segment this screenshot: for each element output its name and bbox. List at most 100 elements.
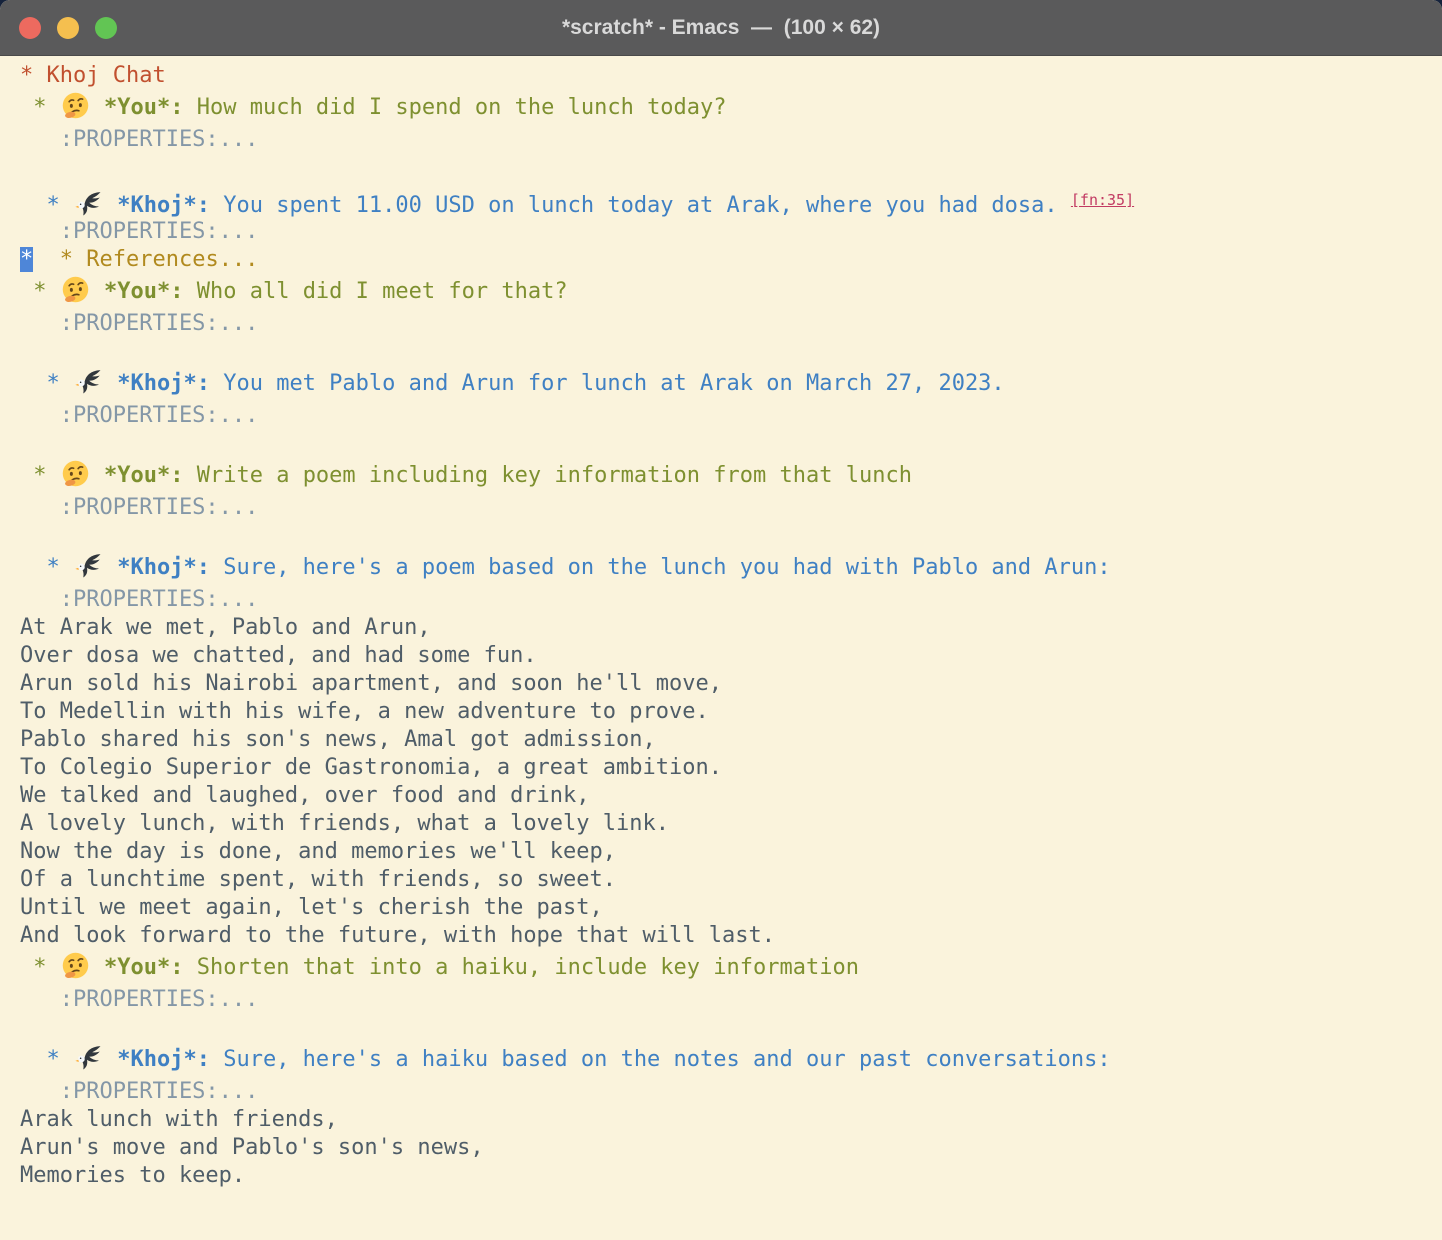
buffer-line [20,154,1442,182]
window-title: *scratch* - Emacs — (100 × 62) [562,16,880,40]
khoj-message-text: * [47,193,74,218]
properties-drawer: :PROPERTIES:... [20,219,258,244]
minimize-button[interactable] [57,17,79,39]
eagle-icon [73,366,104,402]
buffer-line: * *You*: Write a poem including key info… [20,458,1442,494]
you-message-text: * [33,95,60,120]
khoj-message-text: * [47,1047,74,1072]
buffer-line: :PROPERTIES:... [20,402,1442,430]
footnote-link[interactable]: [fn:35] [1071,191,1134,209]
you-message-text: Write a poem including key information f… [183,463,911,488]
buffer-line: * *You*: Shorten that into a haiku, incl… [20,950,1442,986]
buffer-line: And look forward to the future, with hop… [20,922,1442,950]
zoom-button[interactable] [95,17,117,39]
window-controls [19,0,117,55]
buffer-line: To Medellin with his wife, a new adventu… [20,698,1442,726]
buffer-line [20,522,1442,550]
references-heading: * References... [60,247,259,272]
properties-drawer: :PROPERTIES:... [20,587,258,612]
scratch-buffer[interactable]: * Khoj Chat * *You*: How much did I spen… [0,56,1442,1190]
indent-spaces [104,1047,117,1072]
indent-spaces [20,1047,47,1072]
you-message-text: Shorten that into a haiku, include key i… [183,955,859,980]
eagle-icon [73,1042,104,1078]
buffer-line: Of a lunchtime spent, with friends, so s… [20,866,1442,894]
indent-spaces [91,955,104,980]
indent-spaces [33,247,60,272]
message-body-text: Arak lunch with friends, [20,1107,338,1132]
buffer-line: :PROPERTIES:... [20,310,1442,338]
eagle-icon [73,550,104,586]
you-speaker-label: *You*: [104,95,183,120]
indent-spaces [104,555,117,580]
indent-spaces [20,193,47,218]
message-body-text: Until we meet again, let's cherish the p… [20,895,603,920]
properties-drawer: :PROPERTIES:... [20,311,258,336]
message-body-text: Over dosa we chatted, and had some fun. [20,643,537,668]
title-bar[interactable]: *scratch* - Emacs — (100 × 62) [0,0,1442,56]
khoj-speaker-label: *Khoj*: [117,193,210,218]
message-body-text: Arun's move and Pablo's son's news, [20,1135,484,1160]
message-body-text: Arun sold his Nairobi apartment, and soo… [20,671,722,696]
buffer-line: To Colegio Superior de Gastronomia, a gr… [20,754,1442,782]
buffer-line: Until we meet again, let's cherish the p… [20,894,1442,922]
you-message-text: * [33,279,60,304]
buffer-line: Arun's move and Pablo's son's news, [20,1134,1442,1162]
message-body-text: Now the day is done, and memories we'll … [20,839,616,864]
buffer-line [20,1014,1442,1042]
buffer-line: * *Khoj*: You spent 11.00 USD on lunch t… [20,182,1442,218]
buffer-line: Now the day is done, and memories we'll … [20,838,1442,866]
properties-drawer: :PROPERTIES:... [20,987,258,1012]
buffer-line: :PROPERTIES:... [20,218,1442,246]
indent-spaces [91,95,104,120]
buffer-line: Pablo shared his son's news, Amal got ad… [20,726,1442,754]
message-body-text: A lovely lunch, with friends, what a lov… [20,811,669,836]
buffer-line: * *You*: How much did I spend on the lun… [20,90,1442,126]
thinking-face-icon [60,950,91,986]
you-message-text: How much did I spend on the lunch today? [183,95,726,120]
buffer-line: Arak lunch with friends, [20,1106,1442,1134]
buffer-line: :PROPERTIES:... [20,126,1442,154]
khoj-speaker-label: *Khoj*: [117,555,210,580]
buffer-line [20,338,1442,366]
buffer-line: :PROPERTIES:... [20,494,1442,522]
properties-drawer: :PROPERTIES:... [20,403,258,428]
text-cursor: * [20,247,33,272]
indent-spaces [91,463,104,488]
buffer-line [20,430,1442,458]
thinking-face-icon [60,90,91,126]
indent-spaces [91,279,104,304]
khoj-message-text: You spent 11.00 USD on lunch today at Ar… [210,193,1071,218]
buffer-line: * *Khoj*: Sure, here's a haiku based on … [20,1042,1442,1078]
you-speaker-label: *You*: [104,463,183,488]
message-body-text: To Medellin with his wife, a new adventu… [20,699,709,724]
indent-spaces [104,193,117,218]
buffer-line: :PROPERTIES:... [20,586,1442,614]
buffer-line: * Khoj Chat [20,62,1442,90]
buffer-line: Memories to keep. [20,1162,1442,1190]
khoj-speaker-label: *Khoj*: [117,371,210,396]
close-button[interactable] [19,17,41,39]
properties-drawer: :PROPERTIES:... [20,127,258,152]
emacs-window: *scratch* - Emacs — (100 × 62) * Khoj Ch… [0,0,1442,1240]
khoj-message-text: * [47,555,74,580]
khoj-message-text: * [47,371,74,396]
message-body-text: Of a lunchtime spent, with friends, so s… [20,867,616,892]
buffer-line: * *You*: Who all did I meet for that? [20,274,1442,310]
indent-spaces [104,371,117,396]
properties-drawer: :PROPERTIES:... [20,495,258,520]
khoj-message-text: You met Pablo and Arun for lunch at Arak… [210,371,1005,396]
message-body-text: To Colegio Superior de Gastronomia, a gr… [20,755,722,780]
buffer-line: :PROPERTIES:... [20,986,1442,1014]
buffer-line: Arun sold his Nairobi apartment, and soo… [20,670,1442,698]
indent-spaces [20,95,33,120]
khoj-speaker-label: *Khoj*: [117,1047,210,1072]
buffer-line: At Arak we met, Pablo and Arun, [20,614,1442,642]
message-body-text: And look forward to the future, with hop… [20,923,775,948]
buffer-line: * *Khoj*: Sure, here's a poem based on t… [20,550,1442,586]
indent-spaces [20,463,33,488]
you-message-text: * [33,463,60,488]
buffer-line: * * References... [20,246,1442,274]
org-heading: * Khoj Chat [20,63,166,88]
message-body-text: Pablo shared his son's news, Amal got ad… [20,727,656,752]
